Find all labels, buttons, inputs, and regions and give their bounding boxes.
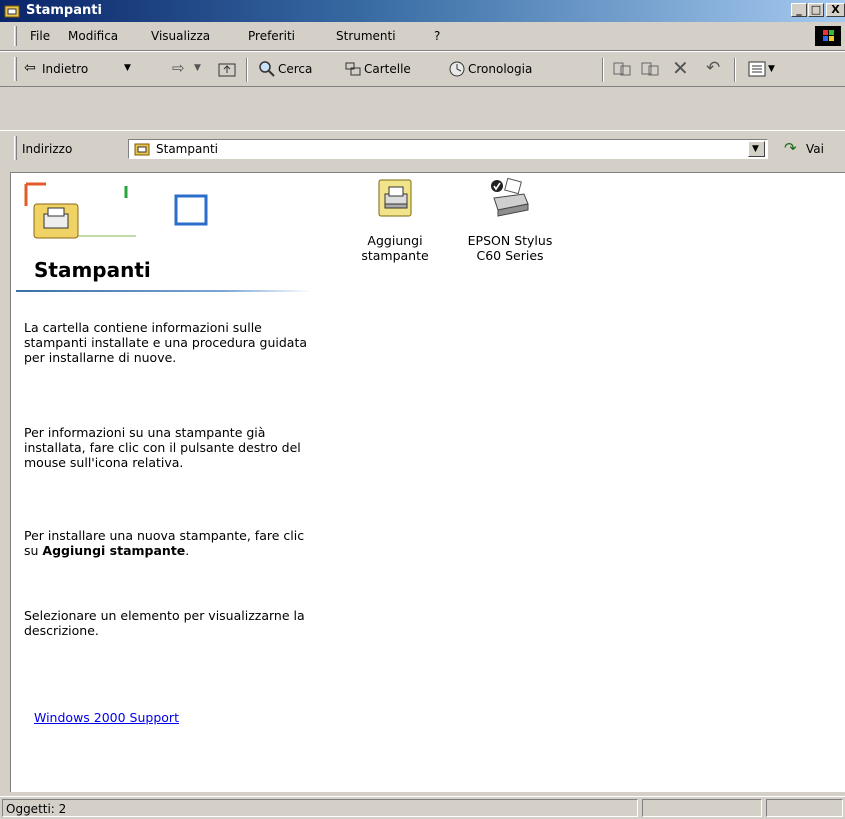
history-icon — [449, 61, 465, 77]
minimize-button[interactable]: _ — [791, 3, 807, 17]
toolbar-separator — [246, 58, 248, 82]
item-add-printer[interactable]: Aggiungi stampante — [345, 178, 445, 278]
menu-bar — [0, 22, 845, 51]
printer-icon — [491, 178, 529, 217]
search-button[interactable]: Cerca — [256, 58, 340, 80]
address-value: Stampanti — [156, 142, 218, 156]
status-text: Oggetti: 2 — [6, 802, 67, 816]
copy-to-icon[interactable] — [640, 60, 660, 78]
undo-icon[interactable]: ↶ — [706, 58, 720, 78]
maximize-button[interactable]: □ — [808, 3, 824, 17]
status-cell-zone — [766, 799, 843, 817]
address-input[interactable] — [128, 139, 768, 159]
back-dropdown-icon[interactable]: ▼ — [124, 63, 131, 73]
toolbar-separator — [734, 58, 736, 82]
folders-button[interactable]: Cartelle — [342, 58, 434, 80]
search-label: Cerca — [278, 62, 313, 76]
close-button[interactable]: X — [826, 3, 845, 17]
item-add-printer-label-2: stampante — [361, 248, 429, 263]
item-epson-printer[interactable]: EPSON Stylus C60 Series — [455, 178, 565, 278]
menu-grip[interactable] — [14, 26, 17, 46]
printers-banner-graphic — [24, 182, 208, 239]
toolbar-grip[interactable] — [14, 57, 17, 81]
history-button[interactable]: Cronologia — [446, 58, 594, 80]
chevron-down-icon: ▼ — [752, 144, 759, 154]
go-label: Vai — [806, 142, 824, 156]
status-cell-main — [2, 799, 638, 817]
folders-label: Cartelle — [364, 62, 411, 76]
move-to-icon[interactable] — [612, 60, 632, 78]
address-label: Indirizzo — [22, 142, 73, 156]
menu-preferiti[interactable]: Preferiti — [248, 29, 295, 43]
history-label: Cronologia — [468, 62, 533, 76]
title-bar[interactable] — [0, 0, 845, 22]
go-arrow-icon: ↷ — [784, 139, 797, 157]
printers-folder-icon — [4, 5, 20, 18]
panel-description-3-end: . — [185, 543, 190, 558]
views-dropdown-icon[interactable]: ▼ — [768, 64, 775, 74]
forward-dropdown-icon[interactable]: ▼ — [194, 63, 201, 73]
menu-strumenti[interactable]: Strumenti — [336, 29, 396, 43]
menu-modifica[interactable]: Modifica — [68, 29, 118, 43]
back-button[interactable]: ⇦ Indietro ▼ — [24, 58, 160, 80]
address-dropdown-button[interactable]: ▼ — [748, 141, 765, 157]
panel-description-1: La cartella contiene informazioni sulle … — [24, 320, 308, 365]
item-epson-label-2: C60 Series — [476, 248, 544, 263]
printers-folder-icon — [134, 143, 150, 156]
menu-help[interactable]: ? — [434, 29, 440, 43]
menu-file[interactable]: File — [30, 29, 50, 43]
item-add-printer-label-1: Aggiungi — [367, 233, 423, 248]
panel-title-rule — [16, 290, 312, 292]
item-epson-label-1: EPSON Stylus — [467, 233, 553, 248]
panel-description-2: Per informazioni su una stampante già in… — [24, 425, 301, 470]
panel-title: Stampanti — [34, 258, 151, 282]
back-label: Indietro — [42, 62, 89, 76]
delete-icon[interactable]: ✕ — [672, 56, 689, 80]
toolbar-separator — [602, 58, 604, 82]
up-folder-icon[interactable] — [218, 60, 236, 78]
menu-visualizza[interactable]: Visualizza — [151, 29, 210, 43]
add-printer-emphasis: Aggiungi stampante — [42, 543, 186, 558]
forward-arrow-icon[interactable]: ⇨ — [172, 59, 185, 77]
go-button[interactable]: ↷ Vai — [782, 138, 840, 160]
folders-icon — [345, 62, 361, 76]
status-cell-secondary — [642, 799, 762, 817]
window-title: Stampanti — [26, 3, 102, 18]
views-icon[interactable] — [748, 61, 766, 77]
search-icon — [259, 61, 275, 77]
panel-description-4: Selezionare un elemento per visualizzarn… — [24, 608, 305, 638]
windows-support-link[interactable]: Windows 2000 Support — [34, 710, 179, 725]
back-arrow-icon: ⇦ — [24, 60, 36, 76]
panel-description-3: Per installare una nuova stampante, fare… — [24, 528, 314, 558]
windows-logo-icon — [815, 26, 841, 46]
add-printer-icon — [378, 179, 412, 217]
address-grip[interactable] — [14, 136, 17, 160]
